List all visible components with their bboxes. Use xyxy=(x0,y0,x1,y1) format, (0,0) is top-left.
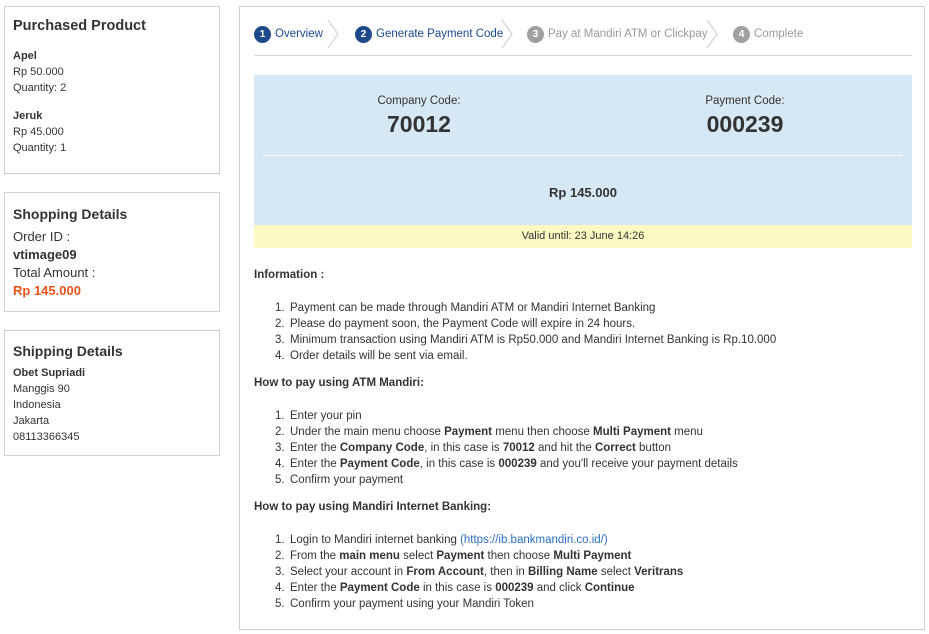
valid-until-banner: Valid until: 23 June 14:26 xyxy=(254,225,912,248)
list-item: 3. Minimum transaction using Mandiri ATM … xyxy=(275,334,777,346)
step-pay-at-mandiri[interactable]: 3 Pay at Mandiri ATM or Clickpay xyxy=(527,24,708,44)
step-label: Pay at Mandiri ATM or Clickpay xyxy=(548,28,708,40)
shopping-details-panel: Shopping Details Order ID : vtimage09 To… xyxy=(4,192,220,312)
chevron-right-icon xyxy=(500,19,514,49)
internet-banking-instructions-title: How to pay using Mandiri Internet Bankin… xyxy=(254,501,492,513)
payment-code-value: 000239 xyxy=(706,111,784,137)
purchased-product-panel: Purchased Product Apel Rp 50.000 Quantit… xyxy=(4,6,220,174)
list-item: 1. Payment can be made through Mandiri AT… xyxy=(275,302,656,314)
shipping-country: Indonesia xyxy=(13,399,61,411)
payment-code-block: Payment Code: 000239 xyxy=(635,93,855,138)
company-code-block: Company Code: 70012 xyxy=(309,93,529,138)
company-code-label: Company Code: xyxy=(377,95,461,107)
step-overview[interactable]: 1 Overview xyxy=(254,24,323,44)
list-item: 1. Login to Mandiri internet banking (htt… xyxy=(275,534,608,546)
payment-amount: Rp 145.000 xyxy=(549,185,617,200)
list-item: 2. Please do payment soon, the Payment Co… xyxy=(275,318,636,330)
total-amount-value: Rp 145.000 xyxy=(13,283,81,298)
chevron-right-icon xyxy=(705,19,719,49)
total-amount-label: Total Amount : xyxy=(13,265,96,280)
order-id-label: Order ID : xyxy=(13,229,71,244)
atm-instructions-title: How to pay using ATM Mandiri: xyxy=(254,377,424,389)
step-number: 1 xyxy=(254,25,271,43)
shipping-phone: 08113366345 xyxy=(13,431,80,443)
step-number: 4 xyxy=(733,25,750,43)
information-title: Information : xyxy=(254,269,325,281)
list-item: 5. Confirm your payment using your Mandir… xyxy=(275,598,534,610)
chevron-right-icon xyxy=(326,19,340,49)
internet-banking-instructions-list: 1. Login to Mandiri internet banking (htt… xyxy=(275,532,684,612)
shipping-city: Jakarta xyxy=(13,415,50,427)
information-list: 1. Payment can be made through Mandiri AT… xyxy=(275,300,777,364)
step-generate-payment-code[interactable]: 2 Generate Payment Code xyxy=(355,24,503,44)
product-item: Jeruk Rp 45.000 Quantity: 1 xyxy=(13,108,211,156)
product-name: Apel xyxy=(13,50,37,62)
divider xyxy=(263,155,903,156)
payment-code-box: Company Code: 70012 Payment Code: 000239… xyxy=(254,75,912,225)
step-label: Generate Payment Code xyxy=(376,28,504,40)
product-price: Rp 50.000 xyxy=(13,66,64,78)
list-item: 4. Enter the Payment Code in this case is… xyxy=(275,582,635,594)
order-id-value: vtimage09 xyxy=(13,247,77,262)
progress-steps: 1 Overview 2 Generate Payment Code 3 Pay… xyxy=(254,19,912,56)
mandiri-ib-link[interactable]: (https://ib.bankmandiri.co.id/) xyxy=(460,534,608,546)
step-label: Overview xyxy=(275,28,323,40)
list-item: 1. Enter your pin xyxy=(275,410,362,422)
product-name: Jeruk xyxy=(13,110,43,122)
product-price: Rp 45.000 xyxy=(13,126,64,138)
list-item: 4. Enter the Payment Code, in this case i… xyxy=(275,458,738,470)
list-item: 2. Under the main menu choose Payment men… xyxy=(275,426,703,438)
payment-code-label: Payment Code: xyxy=(705,95,785,107)
step-number: 2 xyxy=(355,25,372,43)
company-code-value: 70012 xyxy=(387,111,451,137)
product-item: Apel Rp 50.000 Quantity: 2 xyxy=(13,48,211,96)
shipping-details-panel: Shipping Details Obet Supriadi Manggis 9… xyxy=(4,330,220,456)
shipping-address: Manggis 90 xyxy=(13,383,70,395)
list-item: 2. From the main menu select Payment then… xyxy=(275,550,632,562)
product-quantity: Quantity: 1 xyxy=(13,142,67,154)
list-item: 3. Select your account in From Account, t… xyxy=(275,566,684,578)
list-item: 4. Order details will be sent via email. xyxy=(275,350,468,362)
shopping-details-title: Shopping Details xyxy=(13,206,128,222)
list-item: 3. Enter the Company Code, in this case i… xyxy=(275,442,672,454)
shipping-name: Obet Supriadi xyxy=(13,367,86,379)
step-complete[interactable]: 4 Complete xyxy=(733,24,803,44)
atm-instructions-list: 1. Enter your pin 2. Under the main menu c… xyxy=(275,408,738,488)
list-item: 5. Confirm your payment xyxy=(275,474,404,486)
step-label: Complete xyxy=(754,28,804,40)
shipping-details-title: Shipping Details xyxy=(13,343,123,359)
product-quantity: Quantity: 2 xyxy=(13,82,67,94)
payment-main-panel: 1 Overview 2 Generate Payment Code 3 Pay… xyxy=(239,6,925,630)
step-number: 3 xyxy=(527,25,544,43)
purchased-product-title: Purchased Product xyxy=(13,18,146,34)
